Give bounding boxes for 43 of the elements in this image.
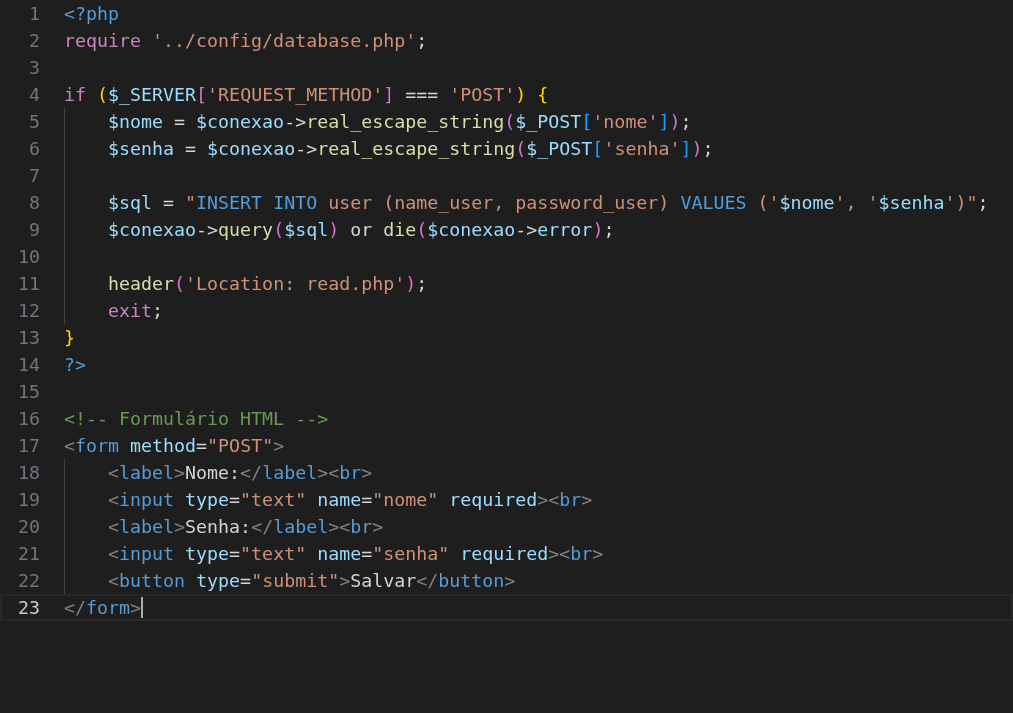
line-number: 5 (28, 111, 40, 132)
code-line: } (64, 326, 75, 349)
line-number: 2 (28, 30, 40, 51)
line-number: 19 (17, 489, 40, 510)
line-number: 4 (28, 84, 40, 105)
code-line: ?> (64, 353, 86, 376)
code-line: <form method="POST"> (64, 434, 285, 457)
line-number: 13 (17, 327, 40, 348)
code-line: <?php (64, 2, 120, 25)
code-line: require '../config/database.php'; (64, 29, 428, 52)
code-line: $nome = $conexao->real_escape_string($_POST['nome']); (108, 110, 692, 133)
text-cursor (141, 597, 144, 618)
line-number: 15 (17, 381, 40, 402)
code-line: <input type="text" name="senha" required><br> (108, 542, 604, 565)
code-line: </form> (64, 596, 142, 619)
line-number: 3 (28, 57, 40, 78)
line-number: 21 (17, 543, 40, 564)
line-number: 6 (28, 138, 40, 159)
code-line: <label>Senha:</label><br> (108, 515, 384, 538)
line-number: 12 (17, 300, 40, 321)
code-line: <input type="text" name="nome" required><br> (108, 488, 593, 511)
code-line: <button type="submit">Salvar</button> (108, 569, 516, 592)
line-number: 10 (17, 246, 40, 267)
line-number: 16 (17, 408, 40, 429)
code-line: <!-- Formulário HTML --> (64, 407, 329, 430)
line-number: 7 (28, 165, 40, 186)
line-number: 22 (17, 570, 40, 591)
code-line: if ($_SERVER['REQUEST_METHOD'] === 'POST') { (64, 83, 549, 106)
code-line: $senha = $conexao->real_escape_string($_POST['senha']); (108, 137, 714, 160)
line-number: 1 (28, 3, 40, 24)
line-number: 23 (17, 597, 40, 618)
line-number: 14 (17, 354, 40, 375)
line-number: 8 (28, 192, 40, 213)
code-line: header('Location: read.php'); (108, 272, 428, 295)
code-line: $sql = "INSERT INTO user (name_user, password_user) VALUES ('$nome', '$senha')"; (108, 191, 989, 214)
line-number: 20 (17, 516, 40, 537)
line-number: 11 (17, 273, 40, 294)
line-number: 9 (28, 219, 40, 240)
code-line: <label>Nome:</label><br> (108, 461, 373, 484)
code-line: $conexao->query($sql) or die($conexao->error); (108, 218, 615, 241)
line-number: 17 (17, 435, 40, 456)
line-number: 18 (17, 462, 40, 483)
code-line: exit; (108, 299, 164, 322)
